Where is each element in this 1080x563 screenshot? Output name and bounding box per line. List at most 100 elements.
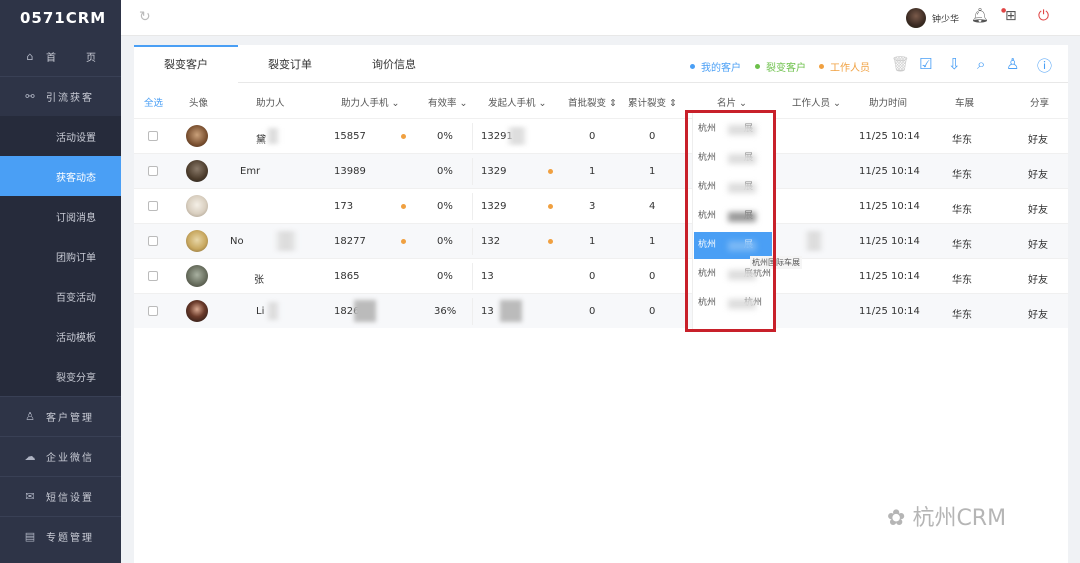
tab-fission-orders[interactable]: 裂变订单 (238, 45, 342, 83)
efficiency-rate: 0% (437, 271, 453, 282)
helper-phone: 13989 (334, 166, 366, 177)
table-row[interactable]: Li 1826 36% 13 0 0 11/25 10:14 华东 好友 (134, 293, 1068, 328)
redacted-area (266, 128, 280, 144)
staff-indicator-dot (401, 239, 406, 244)
power-icon[interactable]: ⏻ (1038, 8, 1049, 24)
sidebar-sub-activity-templates[interactable]: 活动模板 (0, 316, 121, 356)
main-panel: 裂变客户 裂变订单 询价信息 我的客户 裂变客户 工作人员 🗑︎ ☑ ⇩ ⌕ ♙… (134, 45, 1068, 563)
redacted-area (354, 300, 376, 322)
column-header-first-fission[interactable]: 首批裂变 ⇕ (568, 95, 617, 109)
row-checkbox[interactable] (148, 166, 158, 176)
row-checkbox[interactable] (148, 236, 158, 246)
avatar (186, 265, 208, 287)
table-row[interactable]: Emr 13989 0% 1329 1 1 11/25 10:14 华东 好友 (134, 153, 1068, 188)
efficiency-rate: 0% (437, 236, 453, 247)
legend-dot (690, 64, 695, 69)
search-icon[interactable]: ⌕ (977, 55, 985, 73)
legend-my-customers: 我的客户 (690, 59, 741, 74)
legend-staff: 工作人员 (819, 59, 870, 74)
column-divider (472, 263, 473, 290)
column-header-initiator-phone[interactable]: 发起人手机 ⌄ (488, 95, 547, 109)
row-checkbox[interactable] (148, 271, 158, 281)
avatar (186, 195, 208, 217)
helper-phone: 18277 (334, 236, 366, 247)
efficiency-rate: 0% (437, 131, 453, 142)
sidebar-item-label: 企业微信 (46, 453, 94, 464)
column-header-helper-phone[interactable]: 助力人手机 ⌄ (341, 95, 400, 109)
tab-inquiry-info[interactable]: 询价信息 (342, 45, 446, 83)
user-menu[interactable]: 钟少华 (906, 8, 959, 28)
exhibition-region: 华东 (952, 205, 972, 216)
first-fission-count: 0 (589, 131, 596, 142)
sidebar-sub-activity-settings[interactable]: 活动设置 (0, 116, 121, 156)
table-row[interactable]: 173 0% 1329 3 4 11/25 10:14 华东 好友 (134, 188, 1068, 223)
sidebar-item-label: 专题管理 (46, 533, 94, 544)
redacted-area (500, 300, 522, 322)
total-fission-count: 0 (649, 131, 656, 142)
legend-dot (819, 64, 824, 69)
sidebar-item-customer-management[interactable]: ♙ 客户管理 (0, 396, 121, 436)
add-user-icon[interactable]: ♙ (1006, 55, 1019, 73)
tab-bar: 裂变客户 裂变订单 询价信息 我的客户 裂变客户 工作人员 🗑︎ ☑ ⇩ ⌕ ♙… (134, 45, 1068, 83)
top-bar: ↻ 钟少华 🔔︎ ● ⊞ ⏻ (121, 0, 1080, 36)
row-checkbox[interactable] (148, 201, 158, 211)
exhibition-region: 华东 (952, 275, 972, 286)
watermark: ✿ 杭州CRM (887, 500, 1006, 532)
row-checkbox[interactable] (148, 131, 158, 141)
share-type: 好友 (1028, 205, 1048, 216)
sidebar-sub-subscribe-messages[interactable]: 订阅消息 (0, 196, 121, 236)
cloud-download-icon[interactable]: ⇩ (948, 55, 961, 73)
helper-name: Emr (240, 166, 261, 177)
column-header-staff[interactable]: 工作人员 ⌄ (792, 95, 841, 109)
sidebar-item-label: 页 (86, 52, 98, 64)
redacted-area (506, 127, 528, 145)
share-nodes-icon: ⚯ (25, 90, 37, 103)
column-header-total-fission[interactable]: 累计裂变 ⇕ (628, 95, 677, 109)
total-fission-count: 0 (649, 306, 656, 317)
help-time: 11/25 10:14 (859, 166, 920, 177)
staff-indicator-dot (548, 239, 553, 244)
legend-label: 裂变客户 (766, 63, 806, 74)
sidebar-item-label: 引流获客 (46, 93, 94, 104)
message-check-icon[interactable]: ☑ (919, 55, 932, 73)
sidebar-sub-customer-activity[interactable]: 获客动态 (0, 156, 121, 196)
sidebar-item-lead-generation[interactable]: ⚯ 引流获客 (0, 76, 121, 116)
table-row[interactable]: No 18277 0% 132 1 1 11/25 10:14 华东 好友 (134, 223, 1068, 258)
column-header-label: 首批裂变 (568, 98, 607, 109)
sidebar-sub-varied-activities[interactable]: 百变活动 (0, 276, 121, 316)
sidebar: 0571CRM ⌂ 首 页 ⚯ 引流获客 活动设置 获客动态 订阅消息 团购订单… (0, 0, 121, 563)
column-header-efficiency[interactable]: 有效率 ⌄ (428, 95, 468, 109)
sidebar-item-topic-management[interactable]: ▤ 专题管理 (0, 516, 121, 556)
watermark-text: 杭州CRM (912, 506, 1007, 531)
bell-icon[interactable]: 🔔︎ (971, 8, 989, 24)
helper-phone: 15857 (334, 131, 366, 142)
sidebar-item-home[interactable]: ⌂ 首 页 (0, 36, 121, 76)
avatar (186, 300, 208, 322)
avatar (186, 160, 208, 182)
column-header-card[interactable]: 名片 ⌄ (717, 95, 747, 109)
first-fission-count: 0 (589, 306, 596, 317)
help-icon[interactable]: ⓘ (1037, 55, 1052, 76)
mail-icon: ✉ (25, 490, 37, 503)
exhibition-region: 华东 (952, 310, 972, 321)
sidebar-sub-fission-share[interactable]: 裂变分享 (0, 356, 121, 396)
refresh-icon[interactable]: ↻ (139, 9, 151, 25)
sidebar-item-sms-settings[interactable]: ✉ 短信设置 (0, 476, 121, 516)
sidebar-item-enterprise-wechat[interactable]: ☁ 企业微信 (0, 436, 121, 476)
help-time: 11/25 10:14 (859, 271, 920, 282)
table-row[interactable]: 张 1865 0% 13 0 0 11/25 10:14 华东 好友 (134, 258, 1068, 293)
sidebar-sub-group-orders[interactable]: 团购订单 (0, 236, 121, 276)
initiator-phone: 13 (481, 271, 494, 282)
select-all-button[interactable]: 全选 (144, 95, 163, 109)
trash-icon[interactable]: 🗑︎ (891, 55, 910, 73)
column-header-label: 累计裂变 (628, 98, 667, 109)
column-header-share: 分享 (1030, 98, 1050, 109)
staff-indicator-dot (401, 204, 406, 209)
efficiency-rate: 0% (437, 166, 453, 177)
apps-grid-icon[interactable]: ⊞ (1005, 8, 1017, 24)
legend-label: 我的客户 (701, 63, 741, 74)
row-checkbox[interactable] (148, 306, 158, 316)
table-row[interactable]: 黛 15857 0% 13291 0 0 11/25 10:14 华东 好友 (134, 118, 1068, 153)
tab-fission-customers[interactable]: 裂变客户 (134, 45, 238, 83)
first-fission-count: 3 (589, 201, 596, 212)
